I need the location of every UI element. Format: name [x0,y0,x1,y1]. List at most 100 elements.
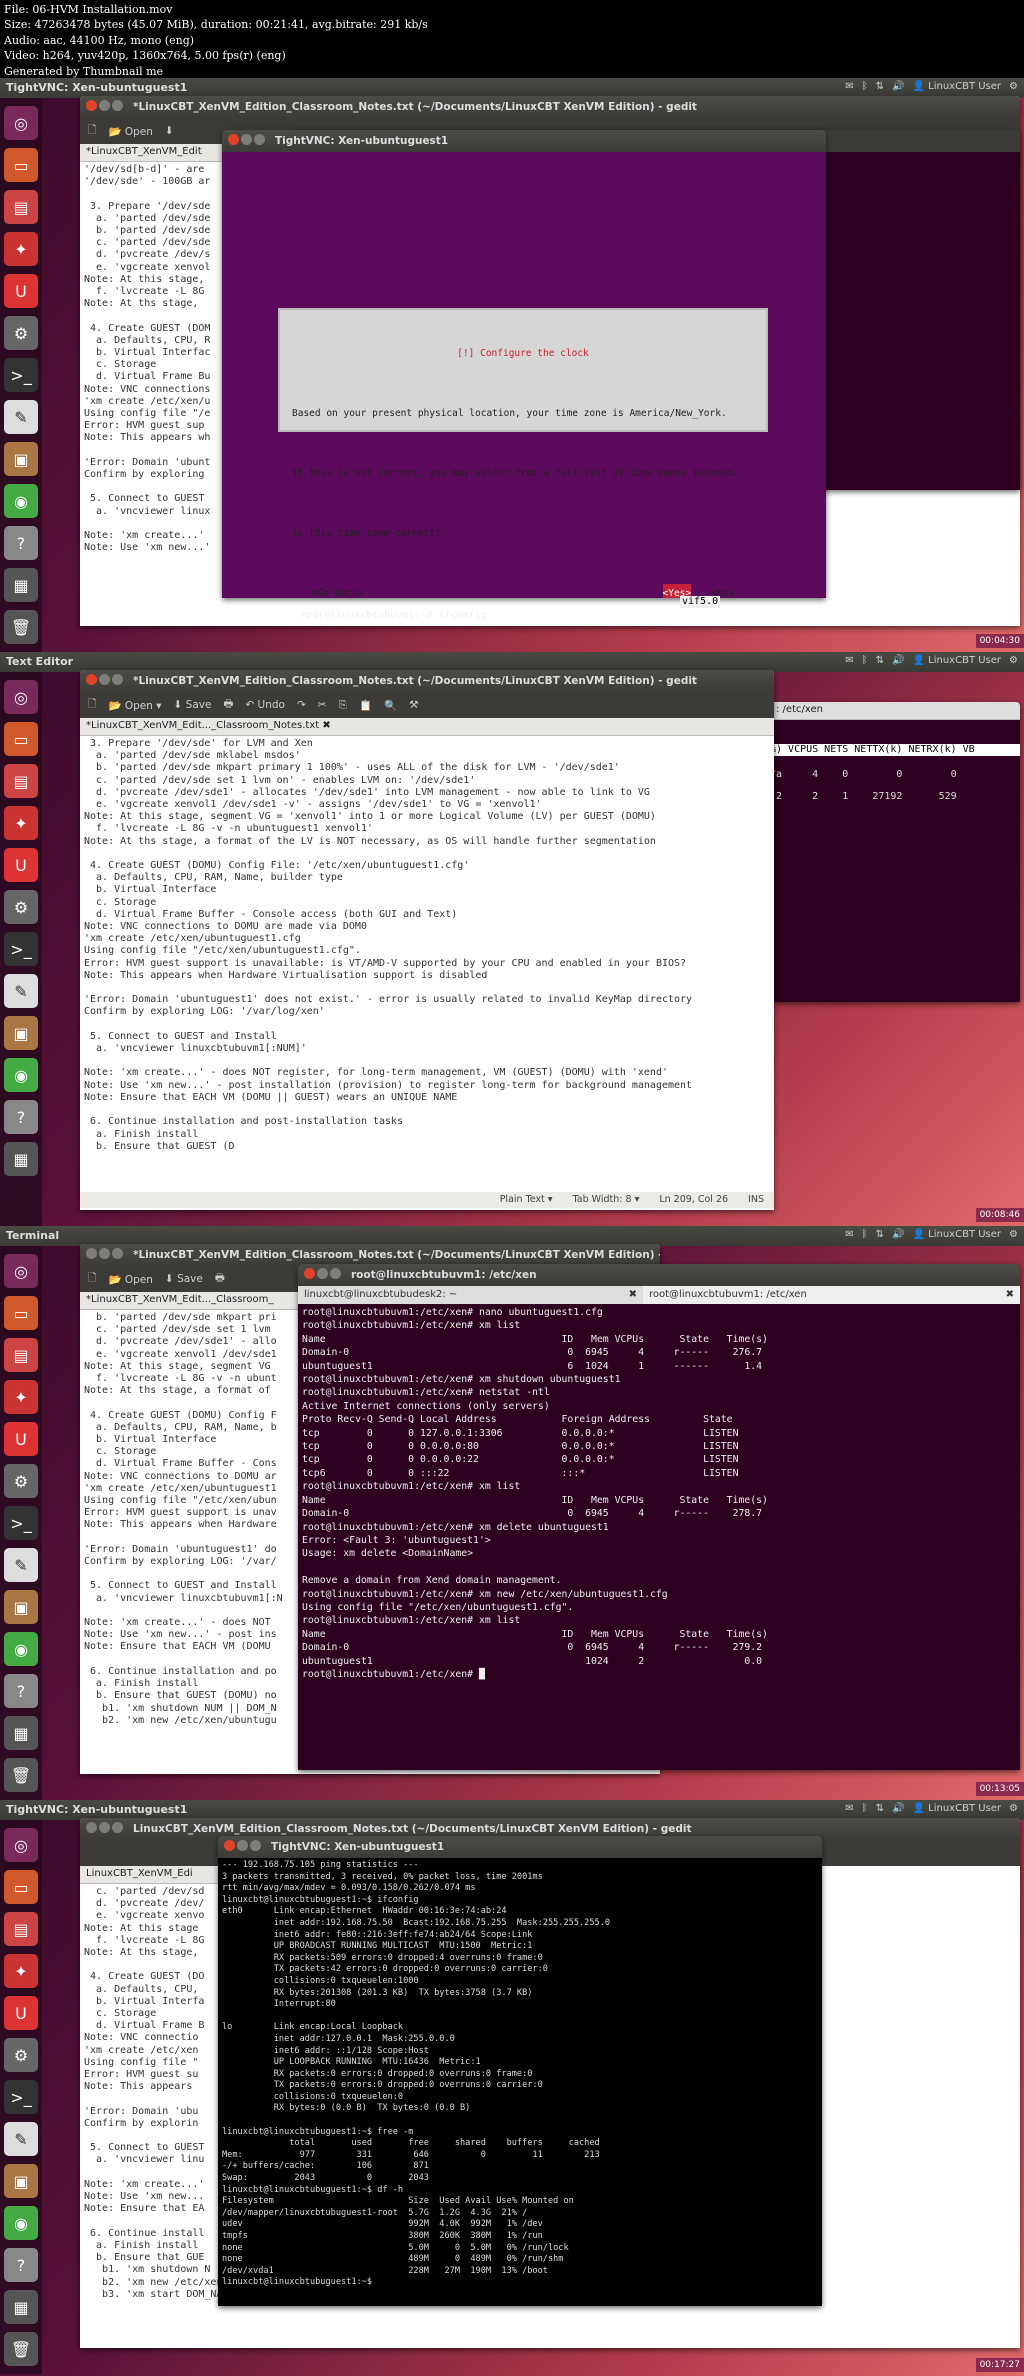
bluetooth-icon[interactable]: ᛒ [862,1803,868,1814]
ubuntu-one-icon[interactable]: U [4,848,38,882]
close-button[interactable] [86,1248,97,1259]
volume-icon[interactable]: 🔊 [892,1803,904,1814]
print-icon[interactable]: 🖶 [215,1270,225,1288]
ubuntu-dash-icon[interactable]: ◎ [4,680,38,714]
minimize-button[interactable] [99,1248,110,1259]
paste-icon[interactable]: 📋 [359,699,372,712]
close-tab-icon[interactable]: ✖ [1006,1289,1014,1300]
mail-icon[interactable]: ✉ [845,1229,853,1240]
minimize-button[interactable] [237,1840,248,1851]
settings-icon[interactable]: ⚙ [4,2038,38,2072]
new-file-icon[interactable]: 🗋 [88,122,96,140]
workspace-icon[interactable]: ▦ [4,2290,38,2324]
close-button[interactable] [86,100,97,111]
network-icon[interactable]: ⇅ [876,655,884,666]
settings-icon[interactable]: ⚙ [4,1464,38,1498]
help-icon[interactable]: ? [4,526,38,560]
ubuntu-dash-icon[interactable]: ◎ [4,106,38,140]
mail-icon[interactable]: ✉ [845,655,853,666]
close-button[interactable] [224,1840,235,1851]
terminal-tab-desk2[interactable]: linuxcbt@linuxcbtubudesk2: ~ ✖ [298,1286,643,1304]
ubuntu-one-icon[interactable]: U [4,1422,38,1456]
impress-icon[interactable]: ▤ [4,1338,38,1372]
guest-console-output[interactable]: --- 192.168.75.105 ping statistics --- 3… [218,1858,822,2306]
chromium-icon[interactable]: ◉ [4,484,38,518]
replace-icon[interactable]: ⚒ [409,699,418,711]
ubuntu-one-icon[interactable]: U [4,1996,38,2030]
close-button[interactable] [228,134,239,145]
gear-icon[interactable]: ⚙ [1009,655,1018,666]
settings-icon[interactable]: ⚙ [4,890,38,924]
gear-icon[interactable]: ⚙ [1009,1803,1018,1814]
maximize-button[interactable] [112,1248,123,1259]
minimize-button[interactable] [241,134,252,145]
ubuntu-one-icon[interactable]: U [4,274,38,308]
user-menu[interactable]: 👤 LinuxCBT User [913,81,1002,92]
minimize-button[interactable] [99,1822,110,1833]
text-editor-icon[interactable]: ✎ [4,2122,38,2156]
user-menu[interactable]: 👤 LinuxCBT User [913,1229,1002,1240]
cut-icon[interactable]: ✂ [318,699,327,711]
maximize-button[interactable] [112,100,123,111]
files-icon[interactable]: ▭ [4,722,38,756]
open-button[interactable]: 📂 Open [108,1273,152,1286]
text-editor-icon[interactable]: ✎ [4,974,38,1008]
save-button[interactable]: ⬇ Save [174,699,212,711]
go-back-button[interactable]: <Go Back> [312,584,363,598]
close-button[interactable] [86,674,97,685]
minimize-button[interactable] [317,1268,328,1279]
files-icon[interactable]: ▭ [4,1870,38,1904]
close-button[interactable] [304,1268,315,1279]
text-editor-icon[interactable]: ✎ [4,1548,38,1582]
chromium-icon[interactable]: ◉ [4,2206,38,2240]
terminal-output[interactable]: root@linuxcbtubuvm1:/etc/xen# nano ubunt… [298,1304,1020,1770]
help-icon[interactable]: ? [4,2248,38,2282]
save-button[interactable]: ⬇ Save [165,1273,203,1285]
editor-text[interactable]: 3. Prepare '/dev/sde' for LVM and Xen a.… [80,736,774,1192]
trash-icon[interactable]: 🗑 [4,2332,38,2366]
software-center-icon[interactable]: ✦ [4,232,38,266]
save-icon[interactable]: ⬇ [165,125,174,137]
mail-icon[interactable]: ✉ [845,1803,853,1814]
volume-icon[interactable]: 🔊 [892,81,904,92]
software-center-icon[interactable]: ✦ [4,1380,38,1414]
minimize-button[interactable] [99,674,110,685]
new-file-icon[interactable]: 🗋 [88,1270,96,1288]
software-center-icon[interactable]: ✦ [4,806,38,840]
copy-icon[interactable]: ⎘ [339,699,347,712]
maximize-button[interactable] [112,674,123,685]
package-icon[interactable]: ▣ [4,1016,38,1050]
files-icon[interactable]: ▭ [4,1296,38,1330]
editor-text[interactable]: b. 'parted /dev/sde mkpart pri c. 'parte… [80,1310,300,1770]
workspace-icon[interactable]: ▦ [4,1716,38,1750]
package-icon[interactable]: ▣ [4,1590,38,1624]
maximize-button[interactable] [250,1840,261,1851]
terminal-icon[interactable]: >_ [4,932,38,966]
text-editor-icon[interactable]: ✎ [4,400,38,434]
maximize-button[interactable] [254,134,265,145]
workspace-icon[interactable]: ▦ [4,568,38,602]
network-icon[interactable]: ⇅ [876,1803,884,1814]
settings-icon[interactable]: ⚙ [4,316,38,350]
trash-icon[interactable]: 🗑 [4,610,38,644]
document-tab[interactable]: *LinuxCBT_XenVM_Edit..._Classroom_Notes.… [80,718,774,736]
close-tab-icon[interactable]: ✖ [322,720,330,731]
user-menu[interactable]: 👤 LinuxCBT User [913,1803,1002,1814]
terminal-tab-vm1[interactable]: root@linuxcbtubuvm1: /etc/xen ✖ [643,1286,1020,1304]
package-icon[interactable]: ▣ [4,2164,38,2198]
impress-icon[interactable]: ▤ [4,190,38,224]
impress-icon[interactable]: ▤ [4,1912,38,1946]
software-center-icon[interactable]: ✦ [4,1954,38,1988]
ubuntu-dash-icon[interactable]: ◎ [4,1254,38,1288]
workspace-icon[interactable]: ▦ [4,1142,38,1176]
mail-icon[interactable]: ✉ [845,81,853,92]
gear-icon[interactable]: ⚙ [1009,81,1018,92]
volume-icon[interactable]: 🔊 [892,655,904,666]
new-file-icon[interactable]: 🗋 [88,696,96,714]
terminal-icon[interactable]: >_ [4,2080,38,2114]
bluetooth-icon[interactable]: ᛒ [862,655,868,666]
user-menu[interactable]: 👤 LinuxCBT User [913,655,1002,666]
ubuntu-dash-icon[interactable]: ◎ [4,1828,38,1862]
redo-icon[interactable]: ↷ [297,699,306,711]
gear-icon[interactable]: ⚙ [1009,1229,1018,1240]
